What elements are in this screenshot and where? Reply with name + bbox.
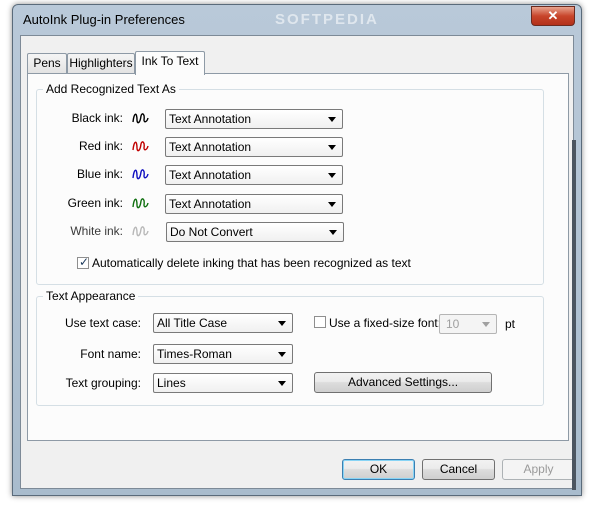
text-case-select[interactable]: All Title Case [153,313,293,333]
watermark: SOFTPEDIA [275,11,379,28]
blue-ink-label: Blue ink: [76,167,123,181]
red-ink-select[interactable]: Text Annotation [165,137,343,157]
white-ink-select[interactable]: Do Not Convert [166,222,344,242]
green-ink-icon [132,198,149,209]
white-ink-label: White ink: [70,224,123,238]
background-scrollbar [572,140,576,490]
fixed-size-checkbox[interactable] [314,316,326,328]
red-ink-label: Red ink: [78,139,123,153]
text-grouping-label: Text grouping: [65,376,141,390]
close-button[interactable]: ✕ [531,6,575,26]
auto-delete-checkbox[interactable]: ✓ [77,255,90,269]
tab-pens[interactable]: Pens [27,53,67,74]
font-name-select[interactable]: Times-Roman [153,344,293,364]
dialog-client: Pens Highlighters Ink To Text Add Recogn… [20,35,575,489]
chevron-down-icon [328,173,336,178]
chevron-down-icon [278,352,286,357]
ink-to-text-panel: Add Recognized Text As Black ink: Text A… [27,73,569,441]
font-size-unit: pt [505,317,516,331]
text-case-label: Use text case: [64,316,141,330]
close-icon: ✕ [547,8,559,23]
checkmark-icon: ✓ [79,255,90,269]
preferences-window: AutoInk Plug-in Preferences SOFTPEDIA ✕ … [12,4,582,496]
apply-button[interactable]: Apply [502,459,575,480]
green-ink-select[interactable]: Text Annotation [165,194,343,214]
cancel-button[interactable]: Cancel [422,459,495,480]
auto-delete-label: Automatically delete inking that has bee… [92,256,411,270]
font-name-label: Font name: [80,347,141,361]
black-ink-label: Black ink: [71,111,123,125]
ok-button[interactable]: OK [342,459,415,480]
green-ink-label: Green ink: [67,196,123,210]
white-ink-icon [132,226,149,237]
chevron-down-icon [329,230,337,235]
recognized-text-group: Add Recognized Text As Black ink: Text A… [36,82,544,285]
title-bar[interactable]: AutoInk Plug-in Preferences SOFTPEDIA ✕ [13,5,581,33]
text-appearance-group: Text Appearance Use text case: All Title… [36,289,544,406]
window-title: AutoInk Plug-in Preferences [23,12,185,27]
group-label: Add Recognized Text As [43,82,179,96]
tab-ink-to-text[interactable]: Ink To Text [135,51,205,75]
advanced-settings-button[interactable]: Advanced Settings... [314,372,492,393]
text-grouping-select[interactable]: Lines [153,373,293,393]
font-size-select[interactable]: 10 [439,314,497,334]
blue-ink-select[interactable]: Text Annotation [165,165,343,185]
black-ink-icon [132,113,149,124]
red-ink-icon [132,141,149,152]
chevron-down-icon [328,202,336,207]
chevron-down-icon [278,381,286,386]
black-ink-select[interactable]: Text Annotation [165,109,343,129]
chevron-down-icon [482,322,490,327]
chevron-down-icon [328,117,336,122]
blue-ink-icon [132,169,149,180]
chevron-down-icon [328,145,336,150]
group-label: Text Appearance [43,289,139,303]
fixed-size-label: Use a fixed-size font: [329,316,442,330]
chevron-down-icon [278,321,286,326]
tab-highlighters[interactable]: Highlighters [67,53,135,74]
